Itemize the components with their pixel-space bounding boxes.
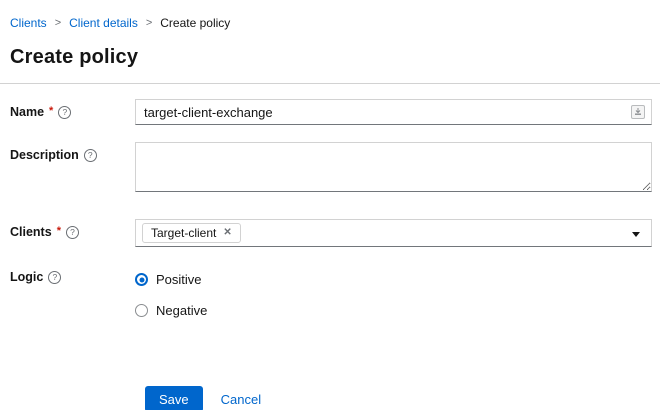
page-title: Create policy xyxy=(10,46,139,68)
clients-label: Clients xyxy=(10,225,52,239)
name-input[interactable] xyxy=(135,99,652,125)
description-textarea[interactable] xyxy=(135,142,652,192)
radio-selected-icon[interactable] xyxy=(135,273,148,286)
radio-negative[interactable]: Negative xyxy=(135,303,652,318)
help-icon[interactable]: ? xyxy=(65,225,79,239)
client-chip: Target-client ✕ xyxy=(142,223,241,243)
clients-label-group: Clients * ? xyxy=(0,219,135,239)
required-indicator: * xyxy=(49,105,54,117)
radio-positive[interactable]: Positive xyxy=(135,272,652,287)
logic-radio-group: Positive Negative xyxy=(135,268,652,318)
required-indicator: * xyxy=(56,225,61,237)
help-icon[interactable]: ? xyxy=(58,105,72,119)
breadcrumb: Clients > Client details > Create policy xyxy=(0,0,660,30)
help-icon[interactable]: ? xyxy=(83,148,97,162)
radio-positive-label[interactable]: Positive xyxy=(156,272,202,287)
logic-label: Logic xyxy=(10,270,44,284)
autofill-icon xyxy=(631,105,645,119)
help-icon[interactable]: ? xyxy=(48,270,62,284)
clients-field-wrap: Target-client ✕ xyxy=(135,219,652,247)
description-label: Description xyxy=(10,148,79,162)
breadcrumb-separator-icon: > xyxy=(145,17,153,29)
name-row: Name * ? xyxy=(0,99,660,125)
breadcrumb-current: Create policy xyxy=(160,16,231,30)
breadcrumb-link-client-details[interactable]: Client details xyxy=(69,16,138,30)
form-actions: Save Cancel xyxy=(145,386,660,410)
breadcrumb-link-clients[interactable]: Clients xyxy=(10,16,47,30)
cancel-button[interactable]: Cancel xyxy=(221,392,261,407)
breadcrumb-separator-icon: > xyxy=(54,17,62,29)
remove-chip-icon[interactable]: ✕ xyxy=(223,228,231,238)
chevron-down-icon xyxy=(632,232,640,237)
radio-unselected-icon[interactable] xyxy=(135,304,148,317)
client-chip-label: Target-client xyxy=(151,226,217,240)
clients-multiselect[interactable]: Target-client ✕ xyxy=(135,219,652,247)
name-field-wrap xyxy=(135,99,652,125)
description-row: Description ? xyxy=(0,142,660,197)
logic-row: Logic ? Positive Negative xyxy=(0,268,660,318)
description-field-wrap xyxy=(135,142,652,197)
name-label-group: Name * ? xyxy=(0,99,135,119)
description-label-group: Description ? xyxy=(0,142,135,162)
save-button[interactable]: Save xyxy=(145,386,203,410)
clients-row: Clients * ? Target-client ✕ xyxy=(0,219,660,247)
create-policy-form: Name * ? Description ? Clients * xyxy=(0,84,660,410)
logic-label-group: Logic ? xyxy=(0,268,135,284)
radio-negative-label[interactable]: Negative xyxy=(156,303,207,318)
name-label: Name xyxy=(10,105,45,119)
